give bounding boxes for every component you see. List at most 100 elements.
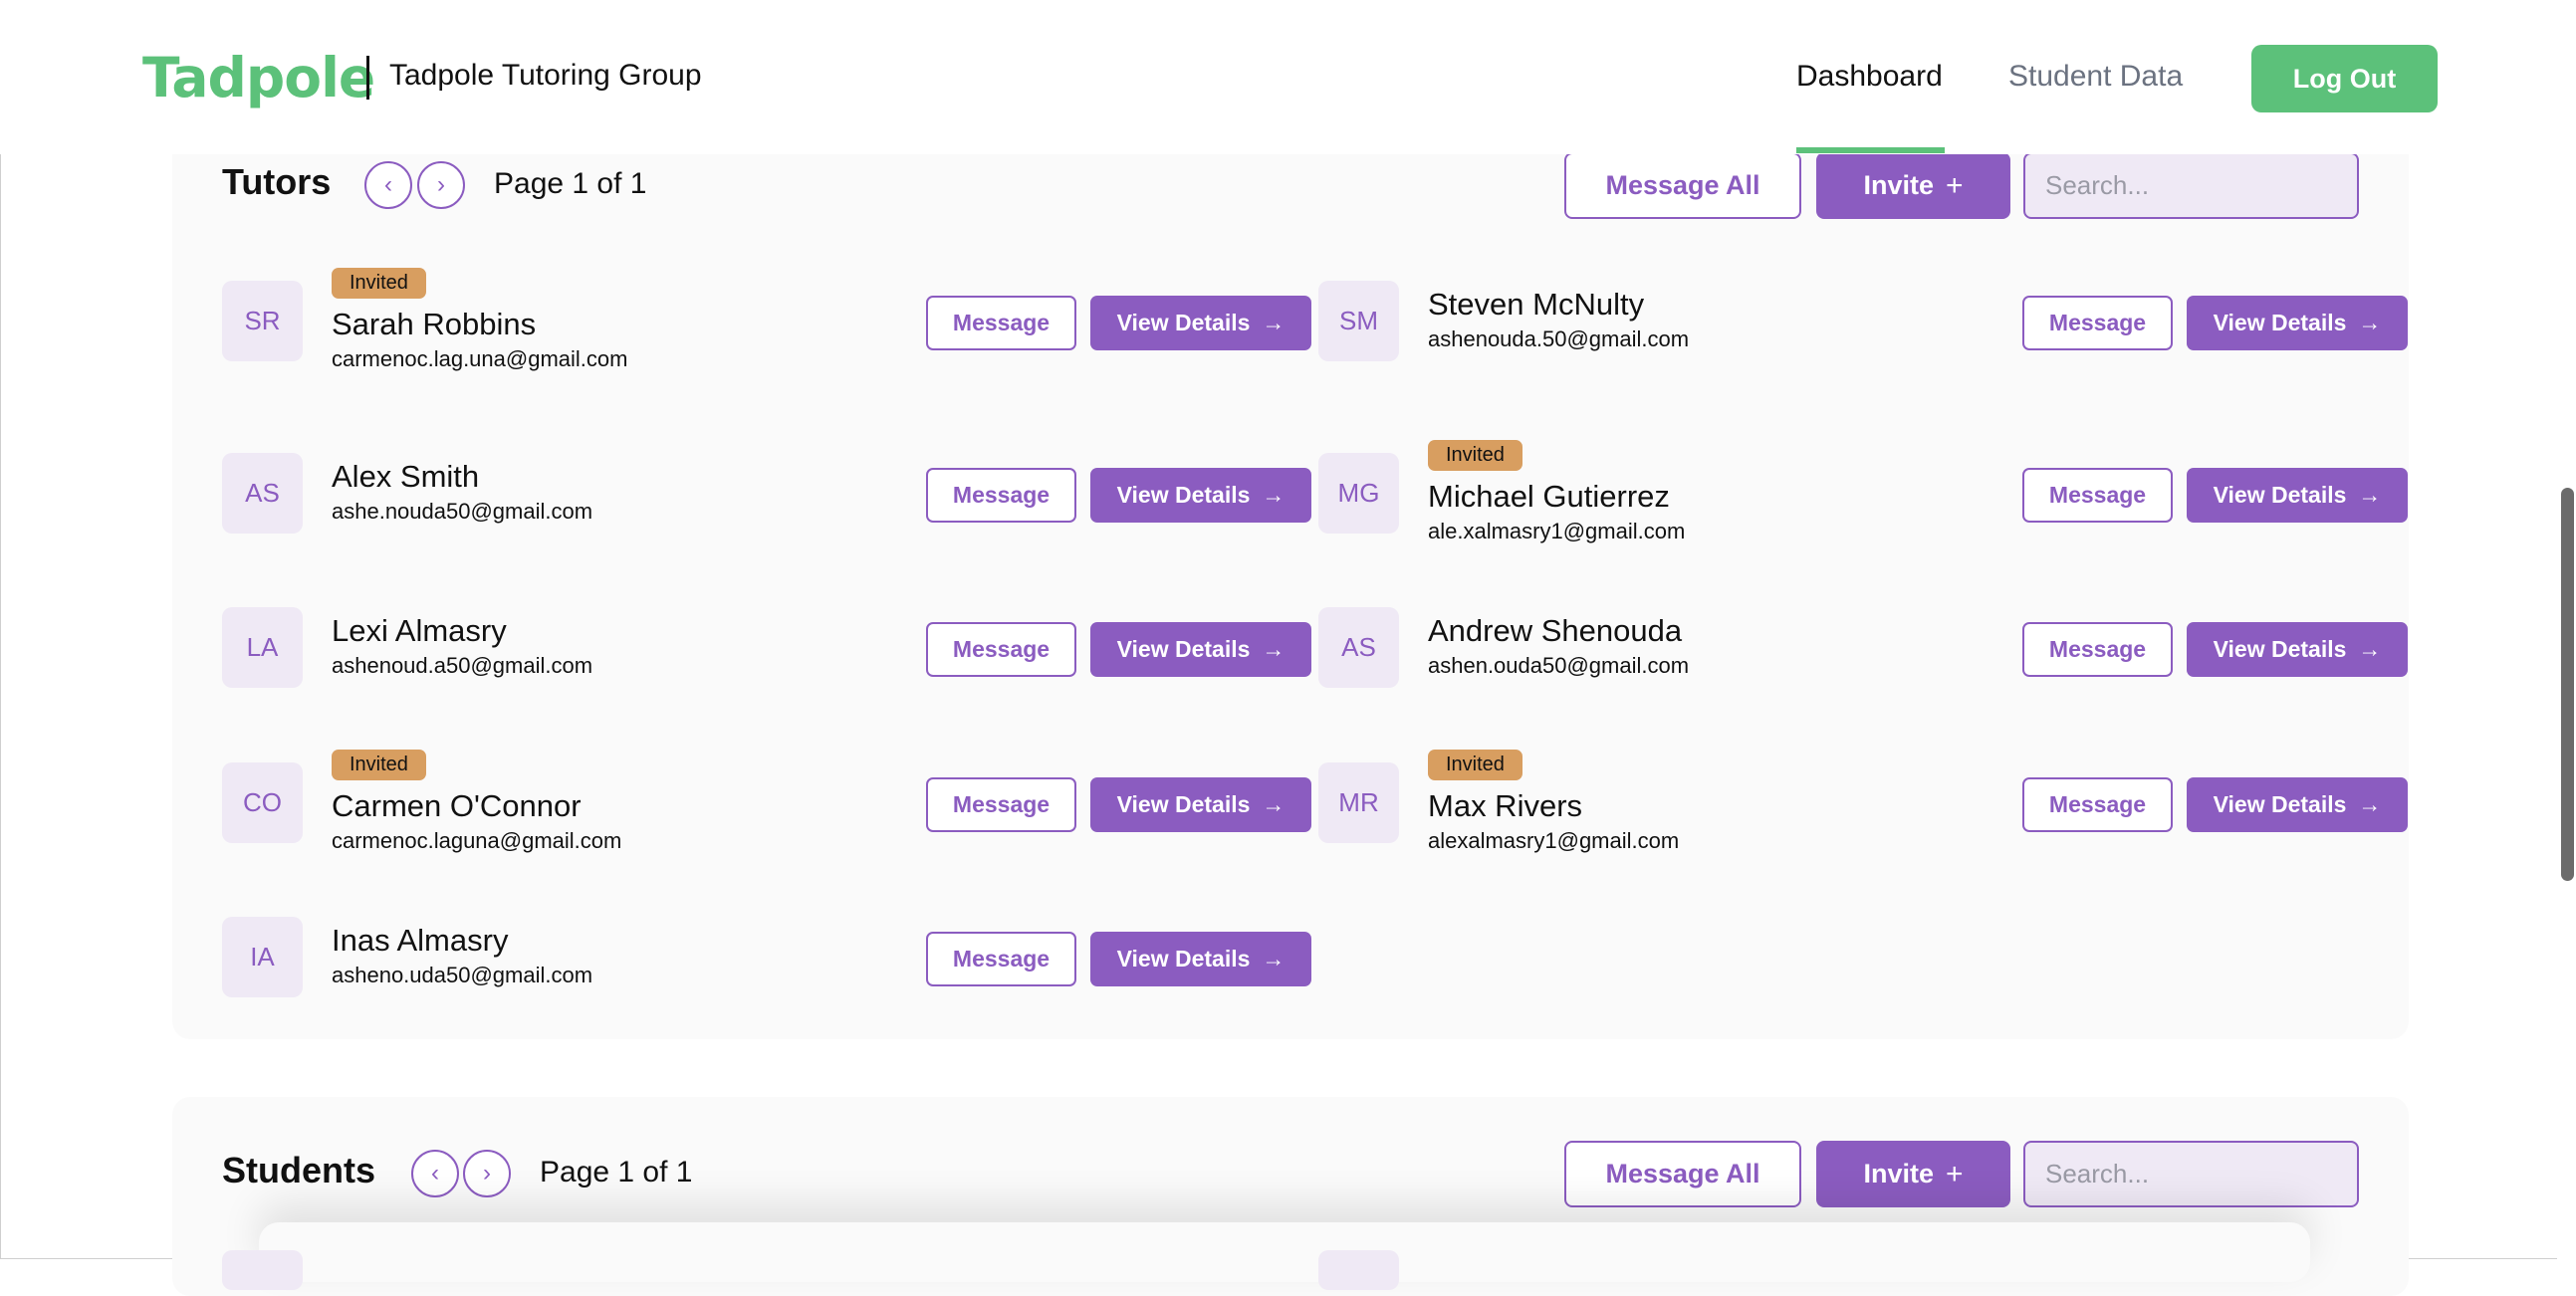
view-details-label: View Details (2213, 310, 2347, 335)
students-prev-page-button[interactable]: ‹ (411, 1150, 459, 1197)
logo-divider (366, 56, 369, 100)
view-details-label: View Details (1116, 482, 1251, 508)
students-message-all-button[interactable]: Message All (1564, 1141, 1801, 1207)
avatar: LA (222, 607, 303, 688)
tutor-info: Andrew Shenouda ashen.ouda50@gmail.com (1428, 597, 1689, 697)
tutor-name: Andrew Shenouda (1428, 613, 1683, 648)
org-name: Tadpole Tutoring Group (389, 59, 702, 92)
tutor-email: ashenoud.a50@gmail.com (332, 653, 593, 678)
view-details-button[interactable]: View Details → (1090, 622, 1311, 677)
tutor-email: alexalmasry1@gmail.com (1428, 827, 1680, 853)
message-button[interactable]: Message (2022, 296, 2173, 350)
top-header: Tadpole Tadpole Tutoring Group Dashboard… (0, 0, 2576, 154)
tutor-row: CO Invited Carmen O'Connor carmenoc.laguna@… (222, 749, 1311, 853)
message-button[interactable]: Message (926, 932, 1076, 986)
view-details-label: View Details (2213, 482, 2347, 508)
tutor-email: ashe.nouda50@gmail.com (332, 499, 593, 524)
view-details-button[interactable]: View Details → (1090, 777, 1311, 832)
tutor-row: SM Steven McNulty ashenouda.50@gmail.com Me… (1318, 271, 2408, 370)
tutor-info: Steven McNulty ashenouda.50@gmail.com (1428, 271, 1689, 370)
arrow-right-icon: → (1262, 946, 1286, 972)
tutor-name: Max Rivers (1428, 787, 1583, 823)
view-details-button[interactable]: View Details → (2187, 468, 2408, 523)
invited-badge: Invited (332, 749, 426, 780)
view-details-button[interactable]: View Details → (1090, 296, 1311, 350)
view-details-label: View Details (1116, 946, 1251, 972)
message-button[interactable]: Message (2022, 622, 2173, 677)
tutors-search-input[interactable] (2023, 152, 2359, 219)
arrow-right-icon: → (2358, 482, 2382, 508)
tutor-row: MR Invited Max Rivers alexalmasry1@gmail.co… (1318, 749, 2408, 853)
view-details-button[interactable]: View Details → (1090, 932, 1311, 986)
tutors-title: Tutors (222, 161, 332, 202)
student-avatar-peek (1318, 1250, 1399, 1290)
view-details-button[interactable]: View Details → (2187, 777, 2408, 832)
avatar: CO (222, 762, 303, 843)
tutors-next-page-button[interactable]: › (417, 161, 465, 209)
tutor-name: Steven McNulty (1428, 287, 1645, 322)
tutors-invite-button[interactable]: Invite + (1816, 152, 2010, 219)
tutor-email: ale.xalmasry1@gmail.com (1428, 518, 1686, 543)
view-details-label: View Details (1116, 791, 1251, 817)
view-details-label: View Details (1116, 636, 1251, 662)
avatar: SR (222, 281, 303, 361)
invited-badge: Invited (1428, 439, 1522, 471)
students-next-page-button[interactable]: › (463, 1150, 511, 1197)
tutors-panel (172, 100, 2409, 1039)
tutor-info: Inas Almasry asheno.uda50@gmail.com (332, 907, 592, 1006)
tutor-name: Inas Almasry (332, 923, 509, 958)
view-details-button[interactable]: View Details → (2187, 622, 2408, 677)
tutor-info: Invited Max Rivers alexalmasry1@gmail.com (1428, 749, 1679, 853)
view-details-label: View Details (1116, 310, 1251, 335)
arrow-right-icon: → (1262, 636, 1286, 662)
tutor-info: Lexi Almasry ashenoud.a50@gmail.com (332, 597, 592, 697)
message-button[interactable]: Message (926, 296, 1076, 350)
chevron-right-icon: › (437, 171, 445, 198)
nav-active-indicator (1796, 147, 1945, 153)
plus-icon: + (1946, 1157, 1964, 1190)
page-scrollbar-thumb[interactable] (2561, 488, 2574, 881)
arrow-right-icon: → (1262, 482, 1286, 508)
avatar: SM (1318, 281, 1399, 361)
arrow-right-icon: → (2358, 310, 2382, 335)
tutor-row: LA Lexi Almasry ashenoud.a50@gmail.com Mess… (222, 597, 1311, 697)
tutor-row: SR Invited Sarah Robbins carmenoc.lag.una@g… (222, 267, 1311, 371)
invite-label: Invite (1863, 1159, 1934, 1188)
tutor-email: asheno.uda50@gmail.com (332, 963, 593, 987)
tadpole-logo[interactable]: Tadpole (142, 46, 375, 109)
tutors-prev-page-button[interactable]: ‹ (364, 161, 412, 209)
tutor-email: ashen.ouda50@gmail.com (1428, 653, 1690, 678)
message-button[interactable]: Message (2022, 777, 2173, 832)
arrow-right-icon: → (1262, 310, 1286, 335)
tutor-info: Invited Michael Gutierrez ale.xalmasry1@gm… (1428, 439, 1685, 543)
tutor-email: ashenouda.50@gmail.com (1428, 326, 1690, 351)
student-avatar-peek (222, 1250, 303, 1290)
tutor-info: Invited Sarah Robbins carmenoc.lag.una@gma… (332, 267, 627, 371)
tutors-message-all-button[interactable]: Message All (1564, 152, 1801, 219)
tutor-name: Alex Smith (332, 459, 480, 494)
students-page-indicator: Page 1 of 1 (540, 1156, 693, 1188)
nav-student-data[interactable]: Student Data (2008, 60, 2183, 94)
arrow-right-icon: → (2358, 791, 2382, 817)
nav-dashboard[interactable]: Dashboard (1796, 60, 1943, 94)
tutor-email: carmenoc.lag.una@gmail.com (332, 345, 628, 371)
view-details-button[interactable]: View Details → (1090, 468, 1311, 523)
avatar: AS (1318, 607, 1399, 688)
tutor-name: Carmen O'Connor (332, 787, 582, 823)
logout-button[interactable]: Log Out (2251, 45, 2438, 112)
invited-badge: Invited (1428, 749, 1522, 780)
tutor-row: MG Invited Michael Gutierrez ale.xalmasry1@… (1318, 439, 2408, 543)
message-button[interactable]: Message (926, 468, 1076, 523)
view-details-label: View Details (2213, 636, 2347, 662)
tutor-row: AS Andrew Shenouda ashen.ouda50@gmail.com M… (1318, 597, 2408, 697)
students-search-input[interactable] (2023, 1141, 2359, 1207)
tutor-row: AS Alex Smith ashe.nouda50@gmail.com Messag… (222, 443, 1311, 542)
message-button[interactable]: Message (926, 622, 1076, 677)
avatar: AS (222, 453, 303, 534)
view-details-button[interactable]: View Details → (2187, 296, 2408, 350)
message-button[interactable]: Message (2022, 468, 2173, 523)
plus-icon: + (1946, 168, 1964, 202)
view-details-label: View Details (2213, 791, 2347, 817)
students-invite-button[interactable]: Invite + (1816, 1141, 2010, 1207)
message-button[interactable]: Message (926, 777, 1076, 832)
